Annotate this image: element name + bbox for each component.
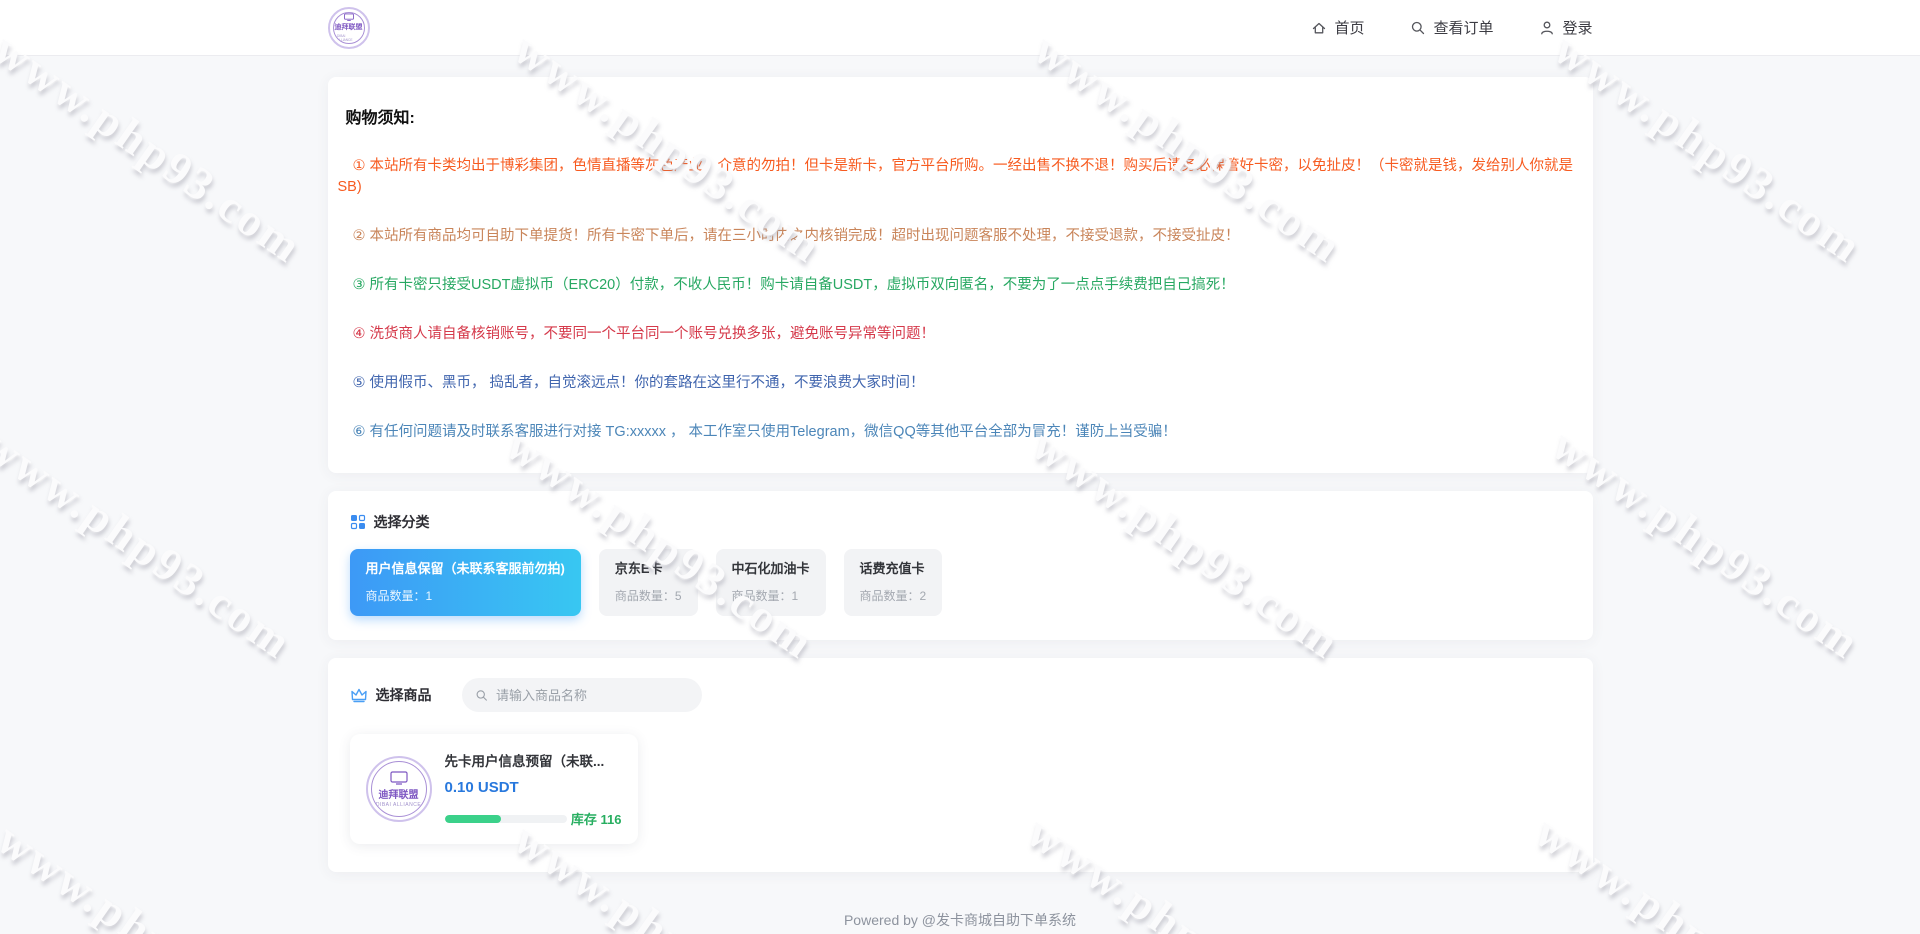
category-name: 用户信息保留（未联系客服前勿拍) — [366, 561, 565, 577]
category-section-title: 选择分类 — [374, 512, 430, 532]
monitor-icon — [343, 13, 355, 21]
product-search — [462, 678, 702, 712]
logo-text-cn: 迪拜联盟 — [335, 22, 363, 32]
category-list: 用户信息保留（未联系客服前勿拍) 商品数量：1 京东E卡 商品数量：5 中石化加… — [350, 549, 1571, 616]
category-card[interactable]: 中石化加油卡 商品数量：1 — [716, 549, 826, 616]
nav-orders-label: 查看订单 — [1433, 17, 1493, 38]
watermark-text: www.php93.com — [0, 812, 316, 934]
category-count: 商品数量：1 — [366, 587, 565, 604]
notice-item-2: ② 本站所有商品均可自助下单提货！所有卡密下单后，请在三小时内之内核销完成！超时… — [338, 226, 1583, 247]
product-search-input[interactable] — [496, 688, 689, 703]
site-logo-inner: 迪拜联盟 DIBAI ALLIANCE — [333, 12, 365, 44]
crown-icon — [350, 687, 368, 703]
product-title: 先卡用户信息预留（未联... — [445, 750, 622, 770]
product-price: 0.10 USDT — [445, 779, 622, 796]
watermark-text: www.php93.com — [1545, 22, 1873, 274]
notice-title: 购物须知: — [346, 104, 1583, 128]
main-nav: 首页 查看订单 登录 — [1311, 17, 1592, 38]
nav-login-label: 登录 — [1562, 17, 1592, 38]
category-name: 京东E卡 — [615, 561, 682, 577]
nav-home-label: 首页 — [1334, 17, 1364, 38]
monitor-icon — [390, 771, 408, 785]
home-icon — [1311, 20, 1327, 36]
search-icon — [1410, 20, 1426, 36]
stock-badge: 库存 116 — [571, 809, 622, 828]
products-section-title: 选择商品 — [376, 685, 432, 705]
footer-text: Powered by @发卡商城自助下单系统 — [328, 910, 1593, 930]
category-name: 中石化加油卡 — [732, 561, 810, 577]
watermark-text: www.php93.com — [0, 418, 303, 670]
notice-item-5: ⑤ 使用假币、黑币， 捣乱者，自觉滚远点！你的套路在这里行不通，不要浪费大家时间… — [338, 373, 1583, 394]
nav-orders[interactable]: 查看订单 — [1410, 17, 1493, 38]
logo-text-en: DIBAI ALLIANCE — [337, 34, 361, 42]
notice-item-4: ④ 洗货商人请自备核销账号，不要同一个平台同一个账号兑换多张，避免账号异常等问题… — [338, 324, 1583, 345]
site-logo[interactable]: 迪拜联盟 DIBAI ALLIANCE — [328, 7, 370, 49]
category-panel: 选择分类 用户信息保留（未联系客服前勿拍) 商品数量：1 京东E卡 商品数量：5… — [328, 491, 1593, 640]
stock-label: 库存 — [571, 812, 597, 827]
header: 迪拜联盟 DIBAI ALLIANCE 首页 查看订单 — [0, 0, 1920, 56]
notice-item-1: ① 本站所有卡类均出于博彩集团，色情直播等灰色产业，介意的勿拍！但卡是新卡，官方… — [338, 156, 1583, 198]
stock-progress-bar — [445, 815, 567, 823]
grid-icon — [350, 514, 366, 530]
notice-item-3: ③ 所有卡密只接受USDT虚拟币（ERC20）付款，不收人民币！购卡请自备USD… — [338, 275, 1583, 296]
product-logo: 迪拜联盟 DIBAI ALLIANCE — [366, 756, 432, 822]
nav-home[interactable]: 首页 — [1311, 17, 1364, 38]
products-panel: 选择商品 迪拜联盟 DIBAI ALLIANCE — [328, 658, 1593, 872]
category-count: 商品数量：2 — [860, 587, 927, 604]
category-card[interactable]: 话费充值卡 商品数量：2 — [844, 549, 943, 616]
category-card[interactable]: 京东E卡 商品数量：5 — [599, 549, 698, 616]
notice-panel: 购物须知: ① 本站所有卡类均出于博彩集团，色情直播等灰色产业，介意的勿拍！但卡… — [328, 77, 1593, 473]
logo-text-en: DIBAI ALLIANCE — [376, 802, 421, 808]
nav-login[interactable]: 登录 — [1539, 17, 1592, 38]
user-icon — [1539, 20, 1555, 36]
search-icon — [475, 688, 489, 703]
category-count: 商品数量：5 — [615, 587, 682, 604]
category-count: 商品数量：1 — [732, 587, 810, 604]
category-name: 话费充值卡 — [860, 561, 927, 577]
category-card-active[interactable]: 用户信息保留（未联系客服前勿拍) 商品数量：1 — [350, 549, 581, 616]
product-card[interactable]: 迪拜联盟 DIBAI ALLIANCE 先卡用户信息预留（未联... 0.10 … — [350, 734, 638, 844]
notice-item-6: ⑥ 有任何问题请及时联系客服进行对接 TG:xxxxx ， 本工作室只使用Tel… — [338, 422, 1583, 443]
stock-value: 116 — [601, 812, 622, 827]
watermark-text: www.php93.com — [0, 22, 313, 274]
logo-text-cn: 迪拜联盟 — [379, 786, 419, 801]
